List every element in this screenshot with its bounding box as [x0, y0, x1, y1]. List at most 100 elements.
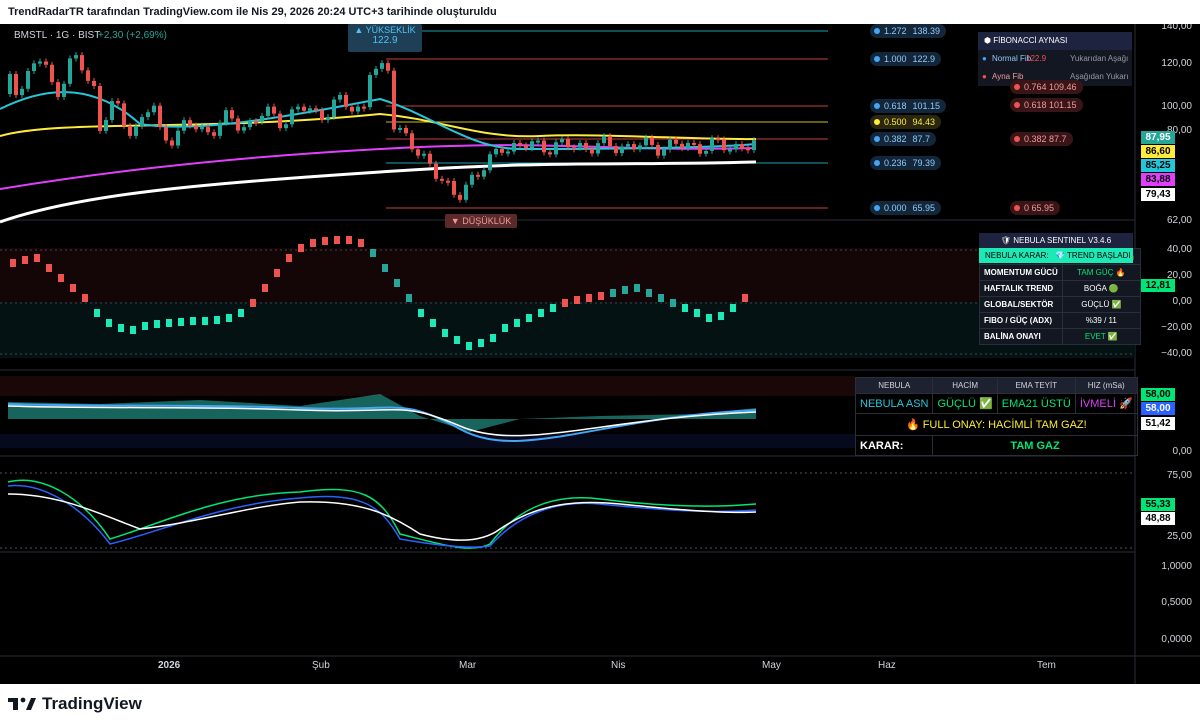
momentum-axis-label: 40,00 [1166, 244, 1192, 255]
sentinel-row-key: FIBO / GÜÇ (ADX) [979, 312, 1063, 329]
candle-body [254, 121, 258, 124]
candle-body [302, 106, 306, 111]
candle-body [158, 105, 162, 127]
momentum-bar [274, 269, 280, 277]
fib-level-tag: 0.382 87.7 [870, 132, 937, 146]
mirror-fib-text: 0.382 87.7 [1024, 134, 1067, 144]
candle-body [50, 64, 54, 83]
candle-body [170, 140, 174, 146]
candle-body [452, 181, 456, 195]
candle-body [176, 130, 180, 146]
candle-body [134, 126, 138, 136]
asn-header: HIZ (mSa) [1074, 377, 1138, 394]
candle-body [188, 120, 192, 126]
sentinel-row: GLOBAL/SEKTÖR GÜÇLÜ ✅ [979, 296, 1141, 313]
time-axis-label: Mar [459, 660, 477, 671]
candle-body [578, 142, 582, 148]
sentinel-row-value: TAM GÜÇ 🔥 [1061, 264, 1141, 281]
asn-full-approval: 🔥 FULL ONAY: HACİMLİ TAM GAZ! [855, 413, 1138, 436]
candle-body [20, 88, 24, 96]
asn-table: NEBULA HACİM EMA TEYİT HIZ (mSa) NEBULA … [854, 377, 1138, 456]
fib-value: 94.43 [912, 117, 936, 127]
candle-body [620, 146, 624, 154]
price-axis-label: 100,00 [1161, 101, 1192, 112]
fib-dot-icon [874, 119, 880, 125]
candle-body [116, 101, 120, 104]
candle-body [656, 144, 660, 156]
fib-level-tag: 1.272 138.39 [870, 24, 947, 38]
candle-body [242, 127, 246, 131]
fib-mirror-panel: ⬢ FİBONACCİ AYNASI ● Normal Fib 122.9 Yu… [978, 32, 1132, 86]
candle-body [566, 139, 570, 148]
chart-area[interactable]: BMSTL · 1G · BIST +2,30 (+2,69%) ▲ YÜKSE… [0, 24, 1200, 684]
sentinel-row: MOMENTUM GÜCÜ TAM GÜÇ 🔥 [979, 264, 1141, 281]
price-value-box: 58,00 [1141, 388, 1175, 401]
momentum-axis-label: −20,00 [1161, 322, 1192, 333]
caption-text: TrendRadarTR tarafından TradingView.com … [8, 6, 497, 18]
candle-body [668, 139, 672, 150]
sentinel-title: 🛡 NEBULA SENTINEL V3.4.6 [979, 233, 1133, 248]
fib-dot-icon [874, 160, 880, 166]
mirror-fib-tag: 0.382 87.7 [1010, 132, 1073, 146]
candle-body [62, 83, 66, 97]
candle-body [152, 105, 156, 113]
candle-body [314, 108, 318, 111]
candle-body [476, 174, 480, 177]
candle-body [350, 106, 354, 112]
time-axis-label: Haz [878, 660, 896, 671]
momentum-bar [106, 319, 112, 327]
candle-body [26, 70, 30, 89]
asn-value: GÜÇLÜ ✅ [932, 393, 998, 414]
momentum-bar [238, 309, 244, 317]
candle-body [530, 141, 534, 149]
fib-value: 65.95 [912, 203, 936, 213]
candle-body [218, 122, 222, 136]
candle-body [602, 136, 606, 144]
momentum-bar [10, 259, 16, 267]
momentum-bar [202, 317, 208, 325]
candle-body [248, 121, 252, 128]
fib-level-tag: 0.618 101.15 [870, 99, 947, 113]
price-value-box: 51,42 [1141, 417, 1175, 430]
candle-body [338, 94, 342, 100]
momentum-bar [346, 236, 352, 244]
momentum-bar [166, 319, 172, 327]
momentum-bar [250, 299, 256, 307]
momentum-bar [154, 320, 160, 328]
momentum-bar [298, 244, 304, 252]
momentum-bar [694, 309, 700, 317]
candle-body [638, 145, 642, 150]
candle-body [680, 143, 684, 149]
bear-zone [0, 302, 1135, 358]
mirror-fib-text: 0 65.95 [1024, 203, 1055, 213]
momentum-bar [682, 304, 688, 312]
momentum-bar [742, 294, 748, 302]
fib-dot-icon [874, 28, 880, 34]
momentum-bar [718, 312, 724, 320]
candle-body [458, 194, 462, 200]
asn-header: EMA TEYİT [996, 377, 1076, 394]
asn-header: NEBULA [854, 377, 934, 394]
asn-decision-key: KARAR: [854, 435, 934, 456]
asn-lower-zone [0, 434, 855, 448]
momentum-bar [178, 318, 184, 326]
sentinel-row-key: HAFTALIK TREND [979, 280, 1063, 297]
candle-body [500, 148, 504, 153]
candle-body [416, 149, 420, 156]
tradingview-logo[interactable]: TradingView [8, 694, 142, 714]
mirror-fib-tag: 0.764 109.46 [1010, 80, 1083, 94]
fib-dot-icon [1014, 102, 1020, 108]
candle-body [548, 152, 552, 155]
candle-body [290, 109, 294, 125]
fib-mirror-normal-dir: Yukarıdan Aşağı [1070, 54, 1129, 63]
candle-body [560, 139, 564, 143]
momentum-bar [58, 274, 64, 282]
candle-body [722, 139, 726, 151]
fib-dot-icon [874, 205, 880, 211]
fib-value: 138.39 [912, 26, 941, 36]
price-value-box: 87,95 [1141, 131, 1175, 144]
momentum-bar [646, 289, 652, 297]
candle-body [56, 82, 60, 97]
fib-dot-icon [1014, 84, 1020, 90]
chart-canvas[interactable] [0, 24, 1200, 684]
